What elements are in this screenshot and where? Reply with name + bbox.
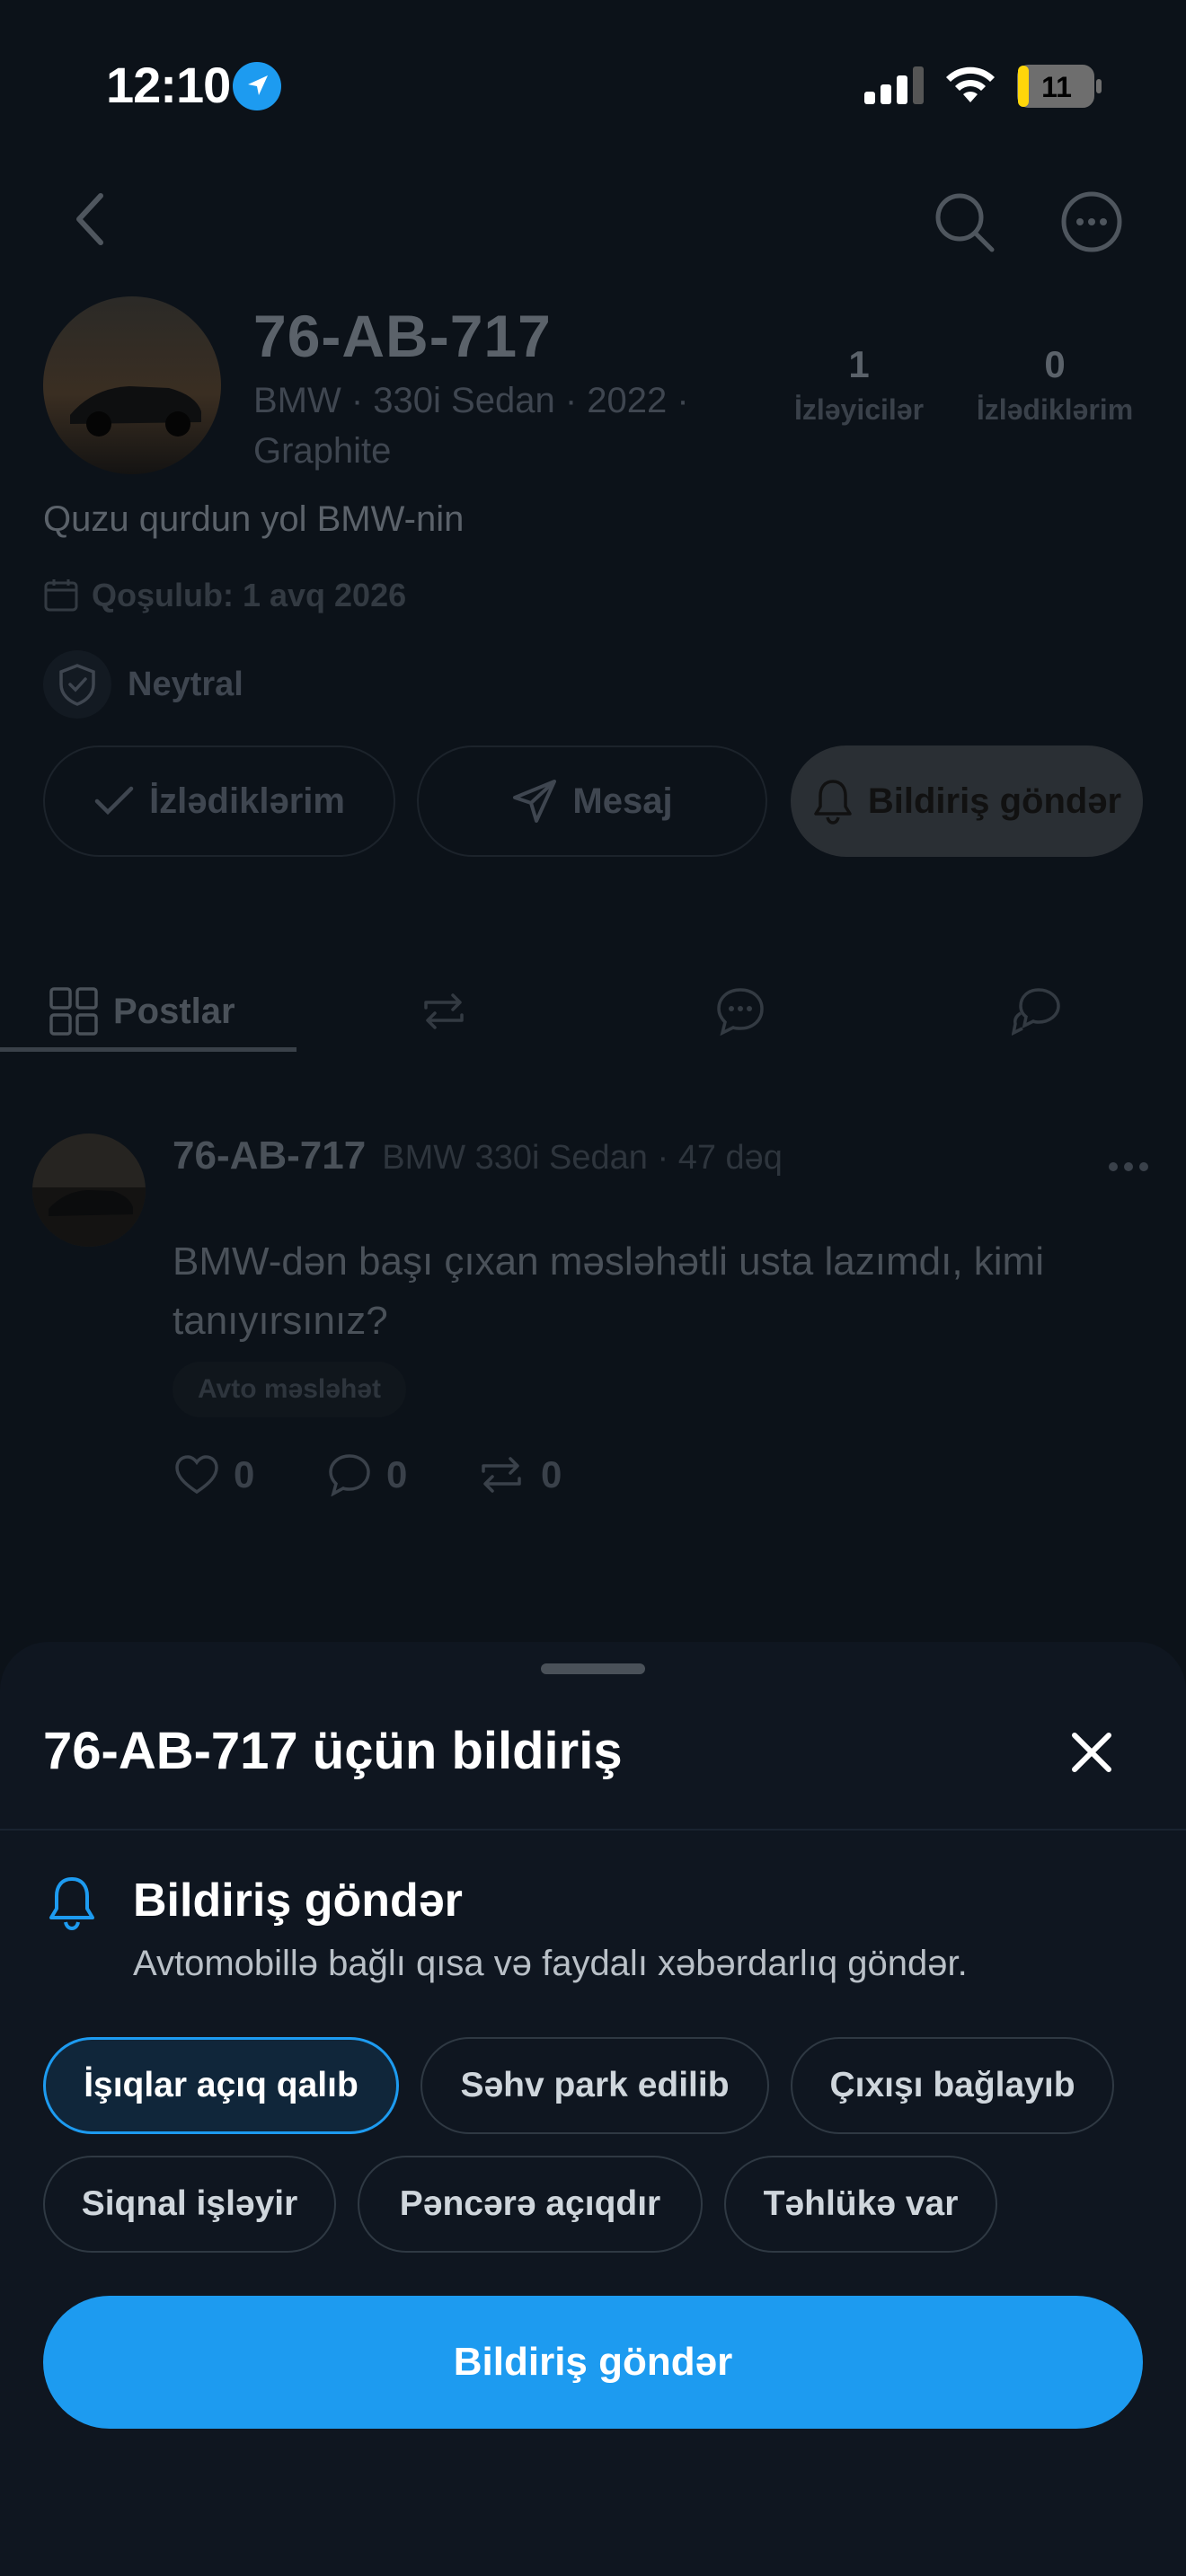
followers-count: 1 <box>848 343 870 385</box>
option-label: Pəncərə açıqdır <box>399 2184 661 2223</box>
send-notification-button[interactable]: Bildiriş göndər <box>791 745 1143 857</box>
like-count: 0 <box>234 1453 255 1495</box>
post-tag[interactable]: Avto məsləhət <box>173 1362 406 1417</box>
comment-icon <box>329 1454 370 1496</box>
section-title: Bildiriş göndər <box>133 1875 463 1927</box>
calendar-icon <box>44 579 78 612</box>
like-button[interactable]: 0 <box>174 1453 254 1496</box>
comment-dots-icon <box>717 988 764 1037</box>
shield-check-icon <box>59 664 95 706</box>
tab-comments[interactable] <box>715 970 766 1053</box>
battery-icon: 11 <box>1017 65 1103 108</box>
wifi-icon <box>943 61 997 104</box>
status-time: 12:10 <box>106 57 231 113</box>
profile-bio: Quzu qurdun yol BMW-nin <box>43 499 465 539</box>
following-button-label: İzlədiklərim <box>149 781 345 821</box>
post-author[interactable]: 76-AB-717 <box>173 1134 366 1178</box>
reputation-badge: Neytral <box>43 650 243 719</box>
option-label: Çıxışı bağlayıb <box>829 2066 1075 2104</box>
tab-reposts[interactable] <box>419 970 469 1053</box>
grid-icon <box>49 987 98 1036</box>
option-label: Təhlükə var <box>763 2184 959 2223</box>
option-chip-exit-blocked[interactable]: Çıxışı bağlayıb <box>791 2037 1114 2134</box>
option-chip-lights-on[interactable]: İşıqlar açıq qalıb <box>43 2037 399 2134</box>
message-button-label: Mesaj <box>572 781 673 821</box>
post-meta: BMW 330i Sedan · 47 dəq <box>382 1139 783 1177</box>
sheet-divider <box>0 1829 1186 1831</box>
tab-replies[interactable] <box>1012 970 1064 1053</box>
location-arrow-icon <box>232 61 282 111</box>
option-label: Səhv park edilib <box>460 2066 730 2104</box>
send-icon <box>513 780 557 823</box>
joined-date: Qoşulub: 1 avq 2026 <box>43 577 406 614</box>
submit-notification-button[interactable]: Bildiriş göndər <box>43 2296 1143 2429</box>
followers-label: İzləyicilər <box>793 393 925 426</box>
chat-bubbles-icon <box>1012 988 1060 1036</box>
option-chip-danger[interactable]: Təhlükə var <box>724 2156 997 2253</box>
joined-text: Qoşulub: 1 avq 2026 <box>92 577 407 613</box>
following-stat[interactable]: 0 İzlədiklərim <box>956 343 1154 427</box>
repost-icon <box>482 1457 521 1493</box>
option-label: İşıqlar açıq qalıb <box>84 2066 358 2104</box>
profile-tabs: Postlar <box>0 970 1186 1053</box>
repost-count: 0 <box>541 1453 562 1495</box>
close-icon[interactable] <box>1069 1730 1114 1775</box>
check-icon <box>94 786 134 816</box>
tab-posts[interactable]: Postlar <box>49 970 235 1053</box>
cellular-signal-icon <box>864 66 924 104</box>
heart-icon <box>175 1455 218 1495</box>
sheet-title: 76-AB-717 üçün bildiriş <box>43 1722 623 1780</box>
profile-car-info: BMW · 330i Sedan · 2022 · Graphite <box>253 381 689 471</box>
post-more-icon[interactable] <box>1107 1160 1150 1173</box>
post-body: BMW-dən başı çıxan məsləhətli usta lazım… <box>173 1239 1044 1343</box>
bell-icon <box>47 1875 97 1931</box>
section-description: Avtomobillə bağlı qısa və faydalı xəbərd… <box>133 1944 968 1983</box>
post-header: 76-AB-717 BMW 330i Sedan · 47 dəq <box>173 1134 783 1178</box>
repost-icon <box>424 993 464 1029</box>
tab-posts-label: Postlar <box>113 991 235 1031</box>
following-label: İzlədiklərim <box>976 393 1134 426</box>
back-button[interactable] <box>72 192 108 246</box>
post-avatar[interactable] <box>32 1134 146 1247</box>
sheet-drag-handle[interactable] <box>541 1663 645 1674</box>
bell-icon <box>814 780 852 825</box>
repost-button[interactable]: 0 <box>476 1453 562 1496</box>
battery-level: 11 <box>1041 71 1072 103</box>
search-icon[interactable] <box>933 190 997 255</box>
reputation-label: Neytral <box>128 665 243 703</box>
profile-avatar <box>43 296 221 474</box>
comment-button[interactable]: 0 <box>327 1453 407 1496</box>
comment-count: 0 <box>386 1453 408 1495</box>
send-notification-label: Bildiriş göndər <box>867 781 1122 821</box>
active-tab-indicator <box>0 1047 296 1052</box>
following-button[interactable]: İzlədiklərim <box>43 745 395 857</box>
profile-plate: 76-AB-717 <box>253 303 552 369</box>
option-chip-window-open[interactable]: Pəncərə açıqdır <box>358 2156 703 2253</box>
option-chip-alarm-on[interactable]: Siqnal işləyir <box>43 2156 336 2253</box>
more-options-icon[interactable] <box>1060 190 1123 253</box>
message-button[interactable]: Mesaj <box>417 745 767 857</box>
option-chip-wrong-parking[interactable]: Səhv park edilib <box>420 2037 769 2134</box>
followers-stat[interactable]: 1 İzləyicilər <box>787 343 931 427</box>
option-label: Siqnal işləyir <box>81 2184 298 2223</box>
following-count: 0 <box>1044 343 1066 385</box>
